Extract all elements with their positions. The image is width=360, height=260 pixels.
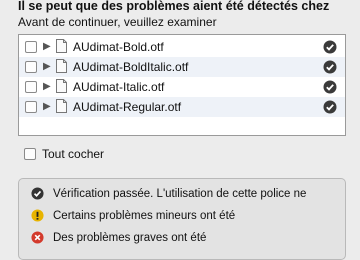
file-name: AUdimat-BoldItalic.otf [73, 60, 189, 74]
warning-icon [31, 209, 44, 222]
dialog-subheading: Avant de continuer, veuillez examiner [18, 15, 217, 29]
check-icon [323, 60, 337, 74]
document-icon [56, 79, 67, 93]
legend-text: Certains problèmes mineurs ont été [53, 210, 236, 222]
legend-text: Vérification passée. L'utilisation de ce… [53, 188, 307, 200]
check-icon [323, 100, 337, 114]
file-name: AUdimat-Italic.otf [73, 80, 165, 94]
file-name: AUdimat-Regular.otf [73, 100, 182, 114]
error-icon [31, 231, 44, 244]
disclosure-triangle-icon[interactable]: ▶ [43, 80, 51, 94]
disclosure-triangle-icon[interactable]: ▶ [43, 60, 51, 74]
checkbox[interactable] [24, 148, 36, 160]
document-icon [56, 59, 67, 73]
list-item[interactable]: ▶ AUdimat-Bold.otf [19, 37, 345, 57]
check-icon [31, 187, 44, 200]
disclosure-triangle-icon[interactable]: ▶ [43, 100, 51, 114]
legend-item-severe: Des problèmes graves ont été [31, 230, 341, 246]
file-checkbox[interactable] [25, 41, 37, 53]
file-checkbox[interactable] [25, 101, 37, 113]
file-checkbox[interactable] [25, 61, 37, 73]
dialog-heading: Il se peut que des problèmes aient été d… [18, 0, 330, 13]
list-item[interactable]: ▶ AUdimat-Regular.otf [19, 97, 345, 117]
select-all-label: Tout cocher [42, 147, 105, 161]
check-icon [323, 80, 337, 94]
legend-item-minor: Certains problèmes mineurs ont été [31, 208, 341, 224]
file-checkbox[interactable] [25, 81, 37, 93]
status-legend: Vérification passée. L'utilisation de ce… [18, 178, 346, 260]
legend-text: Des problèmes graves ont été [53, 232, 207, 244]
legend-item-passed: Vérification passée. L'utilisation de ce… [31, 186, 341, 202]
font-file-list: ▶ AUdimat-Bold.otf ▶ AUdimat-BoldItalic.… [18, 34, 346, 136]
document-icon [56, 39, 67, 53]
check-icon [323, 40, 337, 54]
disclosure-triangle-icon[interactable]: ▶ [43, 40, 51, 54]
document-icon [56, 99, 67, 113]
file-name: AUdimat-Bold.otf [73, 40, 164, 54]
list-item[interactable]: ▶ AUdimat-BoldItalic.otf [19, 57, 345, 77]
list-item[interactable]: ▶ AUdimat-Italic.otf [19, 77, 345, 97]
select-all-checkbox[interactable]: Tout cocher [24, 146, 224, 162]
